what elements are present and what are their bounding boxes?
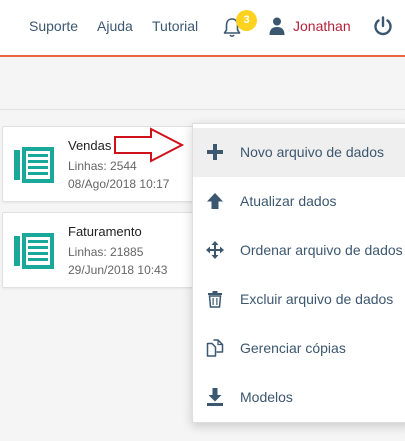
user-name[interactable]: Jonathan <box>293 18 351 34</box>
toolbar-area <box>0 59 405 109</box>
menu-item-delete-data-file[interactable]: Excluir arquivo de dados <box>193 275 405 324</box>
data-file-icon <box>14 147 54 183</box>
menu-item-label: Novo arquivo de dados <box>240 144 384 160</box>
menu-item-models[interactable]: Modelos <box>193 373 405 422</box>
menu-item-new-data-file[interactable]: Novo arquivo de dados <box>193 128 405 177</box>
annotation-arrow-icon <box>114 127 185 163</box>
file-name: Faturamento <box>68 224 142 239</box>
download-icon <box>207 388 223 406</box>
arrow-up-icon <box>207 193 223 209</box>
user-icon <box>269 17 285 35</box>
move-icon <box>206 241 224 259</box>
menu-item-label: Ordenar arquivo de dados <box>240 242 403 258</box>
trash-icon <box>208 291 222 308</box>
menu-item-manage-copies[interactable]: Gerenciar cópias <box>193 324 405 373</box>
menu-item-label: Gerenciar cópias <box>240 340 346 356</box>
data-file-card[interactable]: Faturamento Linhas: 21885 29/Jun/2018 10… <box>2 212 207 288</box>
divider <box>0 109 405 110</box>
nav-link-ajuda[interactable]: Ajuda <box>97 18 133 34</box>
menu-item-sort-data-file[interactable]: Ordenar arquivo de dados <box>193 226 405 275</box>
menu-item-update-data[interactable]: Atualizar dados <box>193 177 405 226</box>
nav-link-tutorial[interactable]: Tutorial <box>152 18 198 34</box>
plus-icon <box>207 144 223 160</box>
file-lines: Linhas: 21885 <box>68 245 144 259</box>
top-navbar: Suporte Ajuda Tutorial 3 Jonathan <box>0 0 405 57</box>
nav-link-suporte[interactable]: Suporte <box>29 18 78 34</box>
file-date: 29/Jun/2018 10:43 <box>68 263 168 277</box>
menu-item-label: Excluir arquivo de dados <box>240 291 394 307</box>
context-menu: Novo arquivo de dados Atualizar dados Or… <box>192 123 405 423</box>
file-date: 08/Ago/2018 10:17 <box>68 177 170 191</box>
file-name: Vendas <box>68 138 112 153</box>
menu-item-label: Atualizar dados <box>240 193 337 209</box>
menu-item-label: Modelos <box>240 389 293 405</box>
copy-icon <box>206 339 224 357</box>
notification-badge: 3 <box>236 10 257 31</box>
power-icon[interactable] <box>372 15 394 37</box>
data-file-icon <box>14 233 54 269</box>
